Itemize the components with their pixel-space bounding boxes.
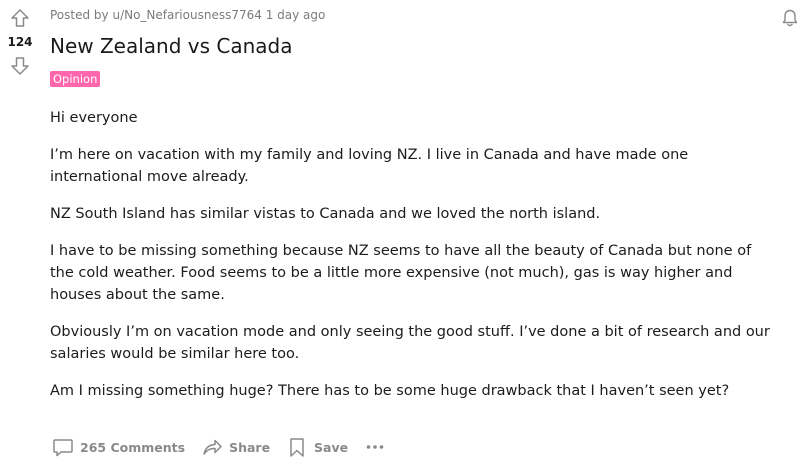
comments-button[interactable]: 265 Comments <box>48 433 189 461</box>
body-paragraph: I have to be missing something because N… <box>50 243 752 303</box>
post-actions: 265 Comments Share Save <box>48 433 396 461</box>
downvote-button[interactable] <box>8 54 32 78</box>
share-button[interactable]: Share <box>197 433 274 461</box>
upvote-arrow-icon <box>10 8 30 28</box>
author-link[interactable]: u/No_Nefariousness7764 <box>112 8 261 22</box>
share-arrow-icon <box>201 436 223 458</box>
vote-column: 124 <box>0 0 40 78</box>
comment-bubble-icon <box>52 436 74 458</box>
bookmark-icon <box>286 436 308 458</box>
body-paragraph: Obviously I’m on vacation mode and only … <box>50 324 770 362</box>
body-paragraph: NZ South Island has similar vistas to Ca… <box>50 206 601 222</box>
body-paragraph: Am I missing something huge? There has t… <box>50 383 730 399</box>
save-button[interactable]: Save <box>282 433 352 461</box>
upvote-button[interactable] <box>8 6 32 30</box>
notification-bell-button[interactable] <box>778 6 802 30</box>
post-body: Hi everyone I’m here on vacation with my… <box>50 107 770 417</box>
save-label: Save <box>314 439 349 455</box>
post-time: 1 day ago <box>265 8 326 22</box>
vote-count: 124 <box>7 35 33 49</box>
more-dots-icon <box>364 436 386 458</box>
bell-icon <box>780 8 800 28</box>
post-title: New Zealand vs Canada <box>50 34 293 58</box>
post-flair[interactable]: Opinion <box>50 71 101 87</box>
downvote-arrow-icon <box>10 56 30 76</box>
body-paragraph: Hi everyone <box>50 110 138 126</box>
share-label: Share <box>229 439 271 455</box>
more-options-button[interactable] <box>360 433 396 461</box>
meta-prefix: Posted by <box>50 8 109 22</box>
comments-label: 265 Comments <box>80 439 186 455</box>
body-paragraph: I’m here on vacation with my family and … <box>50 147 689 185</box>
post-meta: Posted by u/No_Nefariousness7764 1 day a… <box>50 7 325 23</box>
